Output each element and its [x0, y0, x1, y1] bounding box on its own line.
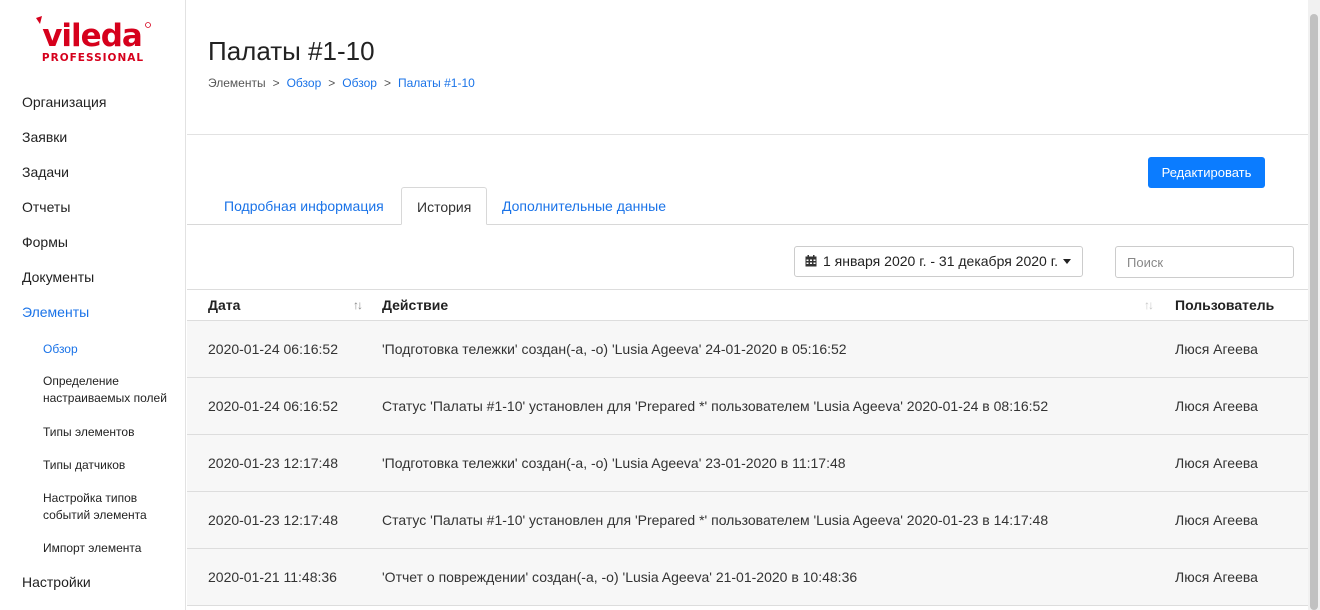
- svg-text:vileda: vileda: [42, 18, 142, 54]
- breadcrumb-item-overview-2[interactable]: Обзор: [342, 76, 377, 90]
- cell-action: Статус 'Палаты #1-10' установлен для 'Pr…: [382, 512, 1049, 528]
- scrollbar[interactable]: [1308, 0, 1320, 610]
- sidebar-subitem-overview[interactable]: Обзор: [0, 341, 186, 358]
- tabs: Подробная информация История Дополнитель…: [187, 187, 1308, 225]
- breadcrumb-separator: >: [383, 76, 391, 90]
- sidebar-subitem-custom-fields[interactable]: Определение настраиваемых полей: [0, 373, 186, 407]
- page-header: Палаты #1-10 Элементы > Обзор > Обзор > Палаты…: [187, 0, 1308, 135]
- breadcrumb-separator: >: [328, 76, 336, 90]
- tab-history[interactable]: История: [401, 187, 488, 225]
- cell-action: 'Подготовка тележки' создан(-а, -о) 'Lus…: [382, 455, 846, 471]
- tab-details[interactable]: Подробная информация: [209, 187, 399, 225]
- cell-action: 'Подготовка тележки' создан(-а, -о) 'Lus…: [382, 341, 847, 357]
- sidebar-subitem-sensor-types[interactable]: Типы датчиков: [0, 457, 186, 474]
- sidebar-subitem-element-types[interactable]: Типы элементов: [0, 424, 186, 441]
- cell-user: Люся Агеева: [1175, 455, 1258, 471]
- sidebar-item-forms[interactable]: Формы: [0, 225, 186, 260]
- sidebar-item-organization[interactable]: Организация: [0, 85, 186, 120]
- sidebar-item-documents[interactable]: Документы: [0, 260, 186, 295]
- scrollbar-thumb[interactable]: [1310, 14, 1318, 610]
- sidebar-item-settings[interactable]: Настройки: [0, 565, 186, 600]
- cell-date: 2020-01-23 12:17:48: [208, 455, 338, 471]
- sort-icon[interactable]: ↑↓: [353, 298, 363, 312]
- sidebar-item-elements[interactable]: Элементы: [0, 295, 186, 330]
- table-row[interactable]: 2020-01-21 11:48:36 'Отчет о повреждении'…: [187, 549, 1308, 606]
- table-row[interactable]: 2020-01-24 06:16:52 Статус 'Палаты #1-10'…: [187, 378, 1308, 435]
- page-title: Палаты #1-10: [208, 36, 375, 66]
- cell-action: Статус 'Палаты #1-10' установлен для 'Pr…: [382, 398, 1049, 414]
- sidebar-subitem-import[interactable]: Импорт элемента: [0, 540, 186, 557]
- cell-date: 2020-01-24 06:16:52: [208, 398, 338, 414]
- cell-user: Люся Агеева: [1175, 341, 1258, 357]
- sidebar: vileda PROFESSIONAL Организация Заявки З…: [0, 0, 186, 610]
- sidebar-nav: Организация Заявки Задачи Отчеты Формы Д…: [0, 85, 186, 600]
- column-header-date[interactable]: Дата: [208, 290, 240, 321]
- column-header-action[interactable]: Действие: [382, 290, 448, 321]
- table-row[interactable]: 2020-01-23 12:17:48 'Подготовка тележки' …: [187, 435, 1308, 492]
- cell-user: Люся Агеева: [1175, 569, 1258, 585]
- sidebar-item-requests[interactable]: Заявки: [0, 120, 186, 155]
- cell-date: 2020-01-21 11:48:36: [208, 569, 337, 585]
- breadcrumb-item-elements: Элементы: [208, 76, 266, 90]
- sort-icon[interactable]: ↑↓: [1144, 298, 1154, 312]
- sidebar-item-reports[interactable]: Отчеты: [0, 190, 186, 225]
- breadcrumb: Элементы > Обзор > Обзор > Палаты #1-10: [208, 76, 475, 90]
- calendar-icon: [805, 255, 817, 267]
- caret-down-icon: [1063, 259, 1071, 264]
- tab-additional-data[interactable]: Дополнительные данные: [487, 187, 681, 225]
- cell-user: Люся Агеева: [1175, 512, 1258, 528]
- table-header: Дата ↑↓ Действие ↑↓ Пользователь: [187, 289, 1308, 321]
- date-range-label: 1 января 2020 г. - 31 декабря 2020 г.: [823, 253, 1058, 269]
- table-row[interactable]: 2020-01-23 12:17:48 Статус 'Палаты #1-10'…: [187, 492, 1308, 549]
- breadcrumb-item-current[interactable]: Палаты #1-10: [398, 76, 475, 90]
- sidebar-subitem-event-types[interactable]: Настройка типов событий элемента: [0, 490, 186, 524]
- cell-user: Люся Агеева: [1175, 398, 1258, 414]
- breadcrumb-separator: >: [272, 76, 280, 90]
- column-header-user[interactable]: Пользователь: [1175, 290, 1274, 321]
- cell-date: 2020-01-24 06:16:52: [208, 341, 338, 357]
- edit-button[interactable]: Редактировать: [1148, 157, 1265, 188]
- table-row[interactable]: 2020-01-24 06:16:52 'Подготовка тележки' …: [187, 321, 1308, 378]
- cell-date: 2020-01-23 12:17:48: [208, 512, 338, 528]
- svg-text:PROFESSIONAL: PROFESSIONAL: [42, 52, 144, 64]
- date-range-picker[interactable]: 1 января 2020 г. - 31 декабря 2020 г.: [794, 246, 1083, 277]
- history-table: Дата ↑↓ Действие ↑↓ Пользователь 2020-01…: [187, 289, 1308, 606]
- search-input[interactable]: [1115, 246, 1294, 278]
- sidebar-item-tasks[interactable]: Задачи: [0, 155, 186, 190]
- breadcrumb-item-overview-1[interactable]: Обзор: [287, 76, 322, 90]
- vileda-logo[interactable]: vileda PROFESSIONAL: [32, 12, 152, 66]
- table-body: 2020-01-24 06:16:52 'Подготовка тележки' …: [187, 321, 1308, 606]
- cell-action: 'Отчет о повреждении' создан(-а, -о) 'Lu…: [382, 569, 858, 585]
